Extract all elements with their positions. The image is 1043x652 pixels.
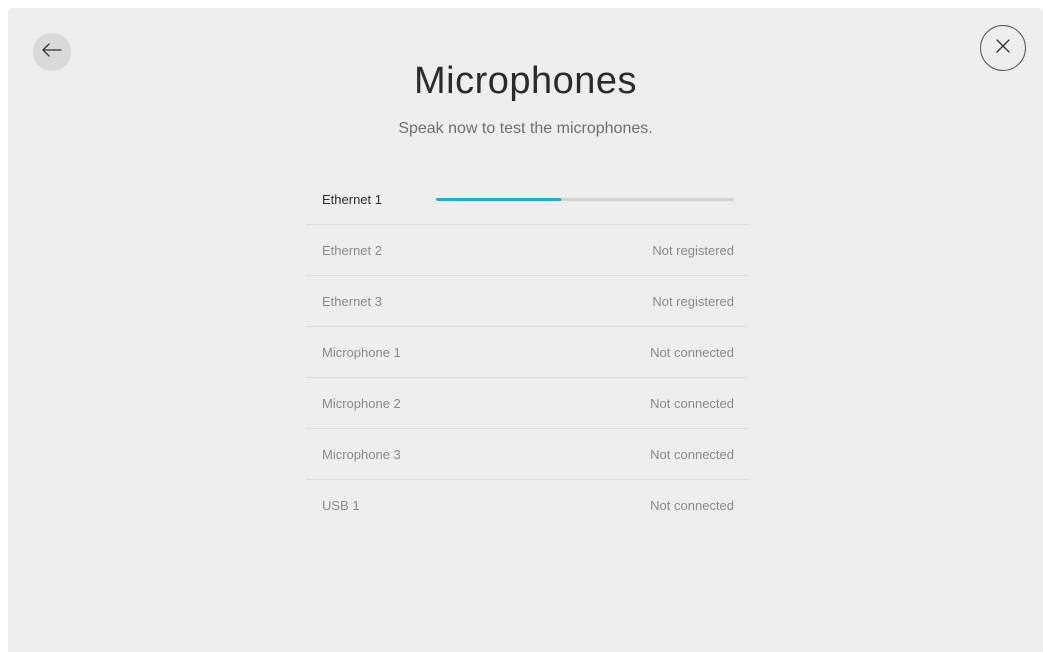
microphone-status: Not connected (650, 446, 734, 462)
close-icon (996, 38, 1010, 58)
microphone-name: Ethernet 1 (322, 191, 382, 207)
microphone-list: Ethernet 1 Ethernet 2 Not registered Eth… (306, 174, 748, 531)
list-item-usb-1: USB 1 Not connected (306, 480, 748, 531)
microphone-status: Not registered (652, 242, 734, 258)
list-item-microphone-1: Microphone 1 Not connected (306, 327, 748, 378)
microphone-name: Ethernet 3 (322, 293, 382, 309)
audio-level-meter (436, 198, 734, 201)
list-item-microphone-3: Microphone 3 Not connected (306, 429, 748, 480)
page-title: Microphones (413, 60, 638, 102)
list-item-ethernet-2: Ethernet 2 Not registered (306, 225, 748, 276)
microphone-name: Ethernet 2 (322, 242, 382, 258)
arrow-left-icon (42, 42, 62, 62)
microphone-status: Not connected (650, 344, 734, 360)
list-item-ethernet-1: Ethernet 1 (306, 174, 748, 225)
microphone-name: Microphone 2 (322, 395, 401, 411)
list-item-ethernet-3: Ethernet 3 Not registered (306, 276, 748, 327)
page-subtitle: Speak now to test the microphones. (398, 120, 653, 137)
microphone-status: Not registered (652, 293, 734, 309)
microphone-status: Not connected (650, 498, 734, 513)
audio-level-fill (436, 198, 562, 201)
microphone-status: Not connected (650, 395, 734, 411)
microphones-screen: Microphones Speak now to test the microp… (8, 8, 1043, 652)
list-item-microphone-2: Microphone 2 Not connected (306, 378, 748, 429)
microphone-name: Microphone 1 (322, 344, 401, 360)
microphone-name: Microphone 3 (322, 446, 401, 462)
microphone-name: USB 1 (322, 498, 360, 513)
